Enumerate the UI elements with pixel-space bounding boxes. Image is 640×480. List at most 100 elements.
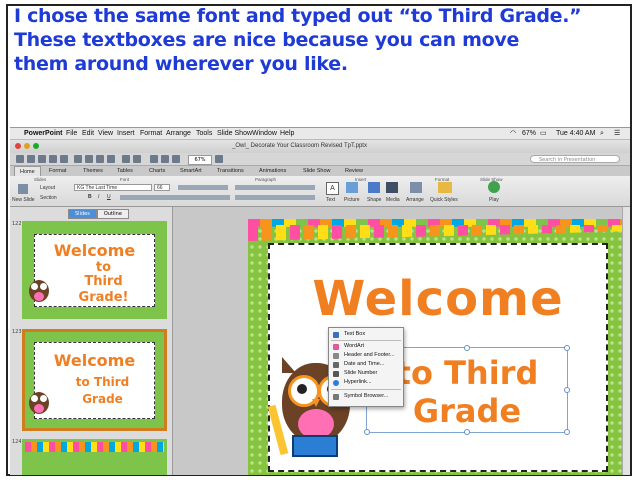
- text-box-icon[interactable]: A: [326, 182, 339, 195]
- caption-line-2: These textboxes are nice because you can…: [14, 29, 520, 51]
- quick-styles-button[interactable]: Quick Styles: [430, 197, 458, 203]
- redo-icon[interactable]: [133, 155, 141, 163]
- tab-charts[interactable]: Charts: [144, 166, 170, 176]
- menu-tools[interactable]: Tools: [196, 128, 212, 139]
- italic-button[interactable]: I: [98, 194, 99, 200]
- symbol-icon: [333, 393, 339, 400]
- thumbnail-text: to: [95, 260, 112, 275]
- menu-item-symbol-browser[interactable]: Symbol Browser...: [329, 392, 403, 401]
- section-button[interactable]: Section: [40, 195, 57, 201]
- toolbox-icon[interactable]: [172, 155, 180, 163]
- notification-icon[interactable]: ☰: [614, 128, 620, 139]
- menu-item-text-box[interactable]: Text Box: [329, 330, 403, 339]
- print-icon[interactable]: [60, 155, 68, 163]
- tab-animations[interactable]: Animations: [254, 166, 291, 176]
- menu-arrange[interactable]: Arrange: [166, 128, 191, 139]
- insert-text-button[interactable]: Text: [326, 197, 335, 203]
- menu-insert[interactable]: Insert: [117, 128, 135, 139]
- shape-icon[interactable]: [368, 182, 380, 193]
- menu-item-slide-number[interactable]: Slide Number: [329, 369, 403, 378]
- layout-button[interactable]: Layout: [40, 185, 55, 191]
- paragraph-list-icon[interactable]: [235, 185, 315, 190]
- help-icon[interactable]: [215, 155, 223, 163]
- minimize-window-button[interactable]: [24, 143, 30, 149]
- tab-slides-view[interactable]: Slides: [68, 209, 97, 219]
- gallery-icon[interactable]: [161, 155, 169, 163]
- copy-icon[interactable]: [85, 155, 93, 163]
- underline-button[interactable]: U: [107, 194, 111, 200]
- insert-picture-button[interactable]: Picture: [344, 197, 360, 203]
- text-box-icon: [333, 331, 339, 338]
- search-icon[interactable]: ⌕: [600, 128, 604, 139]
- media-icon[interactable]: [386, 182, 398, 193]
- play-icon[interactable]: [488, 181, 500, 193]
- menu-slide-show[interactable]: Slide Show: [217, 128, 252, 139]
- play-button[interactable]: Play: [489, 197, 499, 203]
- slideshow-icon[interactable]: [150, 155, 158, 163]
- font-size-field[interactable]: 66: [154, 184, 170, 191]
- slide-title-welcome[interactable]: Welcome: [270, 271, 606, 327]
- arrange-button[interactable]: Arrange: [406, 197, 424, 203]
- slide-thumbnail-123[interactable]: Welcome to Third Grade: [22, 329, 167, 431]
- tab-review[interactable]: Review: [340, 166, 368, 176]
- thumbnail-text: Grade!: [78, 290, 129, 305]
- clock[interactable]: Tue 4:40 AM: [556, 128, 595, 139]
- tab-tables[interactable]: Tables: [112, 166, 138, 176]
- tab-transitions[interactable]: Transitions: [212, 166, 249, 176]
- save-icon[interactable]: [49, 155, 57, 163]
- menu-window[interactable]: Window: [252, 128, 277, 139]
- open-icon[interactable]: [38, 155, 46, 163]
- new-slide-icon[interactable]: [18, 184, 28, 194]
- new-slide-label[interactable]: New Slide: [12, 197, 35, 203]
- menu-item-wordart[interactable]: WordArt: [329, 342, 403, 351]
- resize-handle[interactable]: [564, 345, 570, 351]
- format-painter-icon[interactable]: [107, 155, 115, 163]
- bold-button[interactable]: B: [88, 194, 92, 200]
- menu-help[interactable]: Help: [280, 128, 294, 139]
- tab-smartart[interactable]: SmartArt: [175, 166, 207, 176]
- insert-shape-button[interactable]: Shape: [367, 197, 381, 203]
- ribbon-tabs: Home Format Themes Tables Charts SmartAr…: [10, 166, 630, 176]
- menu-view[interactable]: View: [98, 128, 113, 139]
- paragraph-align-icon[interactable]: [235, 195, 315, 200]
- cut-icon[interactable]: [74, 155, 82, 163]
- insert-media-button[interactable]: Media: [386, 197, 400, 203]
- arrange-icon[interactable]: [410, 182, 422, 193]
- close-window-button[interactable]: [15, 143, 21, 149]
- picture-icon[interactable]: [346, 182, 358, 193]
- font-name-field[interactable]: KG The Last Time: [74, 184, 152, 191]
- menu-item-date-time[interactable]: Date and Time...: [329, 360, 403, 369]
- resize-handle[interactable]: [464, 345, 470, 351]
- view-tabs: Slides Outline: [68, 209, 129, 219]
- wifi-icon[interactable]: ◠: [510, 128, 516, 139]
- zoom-field[interactable]: 67%: [188, 155, 212, 165]
- new-icon[interactable]: [16, 155, 24, 163]
- menu-separator: [331, 389, 401, 390]
- zoom-window-button[interactable]: [33, 143, 39, 149]
- font-tools-icon[interactable]: [178, 185, 228, 190]
- tab-home[interactable]: Home: [14, 166, 41, 176]
- tab-format[interactable]: Format: [44, 166, 71, 176]
- undo-icon[interactable]: [122, 155, 130, 163]
- menu-format[interactable]: Format: [140, 128, 162, 139]
- paste-icon[interactable]: [96, 155, 104, 163]
- tab-slide-show[interactable]: Slide Show: [298, 166, 336, 176]
- slide-thumbnail-122[interactable]: Welcome to Third Grade!: [22, 221, 167, 319]
- thumbnail-frame: Welcome to Third Grade: [34, 342, 155, 419]
- current-slide[interactable]: Welcome to Third Grade: [248, 219, 623, 475]
- menu-item-header-footer[interactable]: Header and Footer...: [329, 351, 403, 360]
- menu-item-hyperlink[interactable]: Hyperlink...: [329, 378, 403, 387]
- tab-outline-view[interactable]: Outline: [96, 209, 129, 219]
- caption-line-3: them around wherever you like.: [14, 53, 348, 75]
- search-presentation-input[interactable]: Search in Presentation: [530, 155, 620, 163]
- menu-edit[interactable]: Edit: [82, 128, 94, 139]
- tab-themes[interactable]: Themes: [78, 166, 108, 176]
- vertical-scrollbar[interactable]: [622, 207, 630, 475]
- battery-percent[interactable]: 67%: [522, 128, 536, 139]
- font-format-icon[interactable]: [120, 195, 230, 200]
- quick-styles-icon[interactable]: [438, 182, 452, 193]
- menu-file[interactable]: File: [66, 128, 77, 139]
- slide-thumbnail-124[interactable]: [22, 439, 167, 475]
- menu-app-name[interactable]: PowerPoint: [24, 128, 63, 139]
- templates-icon[interactable]: [27, 155, 35, 163]
